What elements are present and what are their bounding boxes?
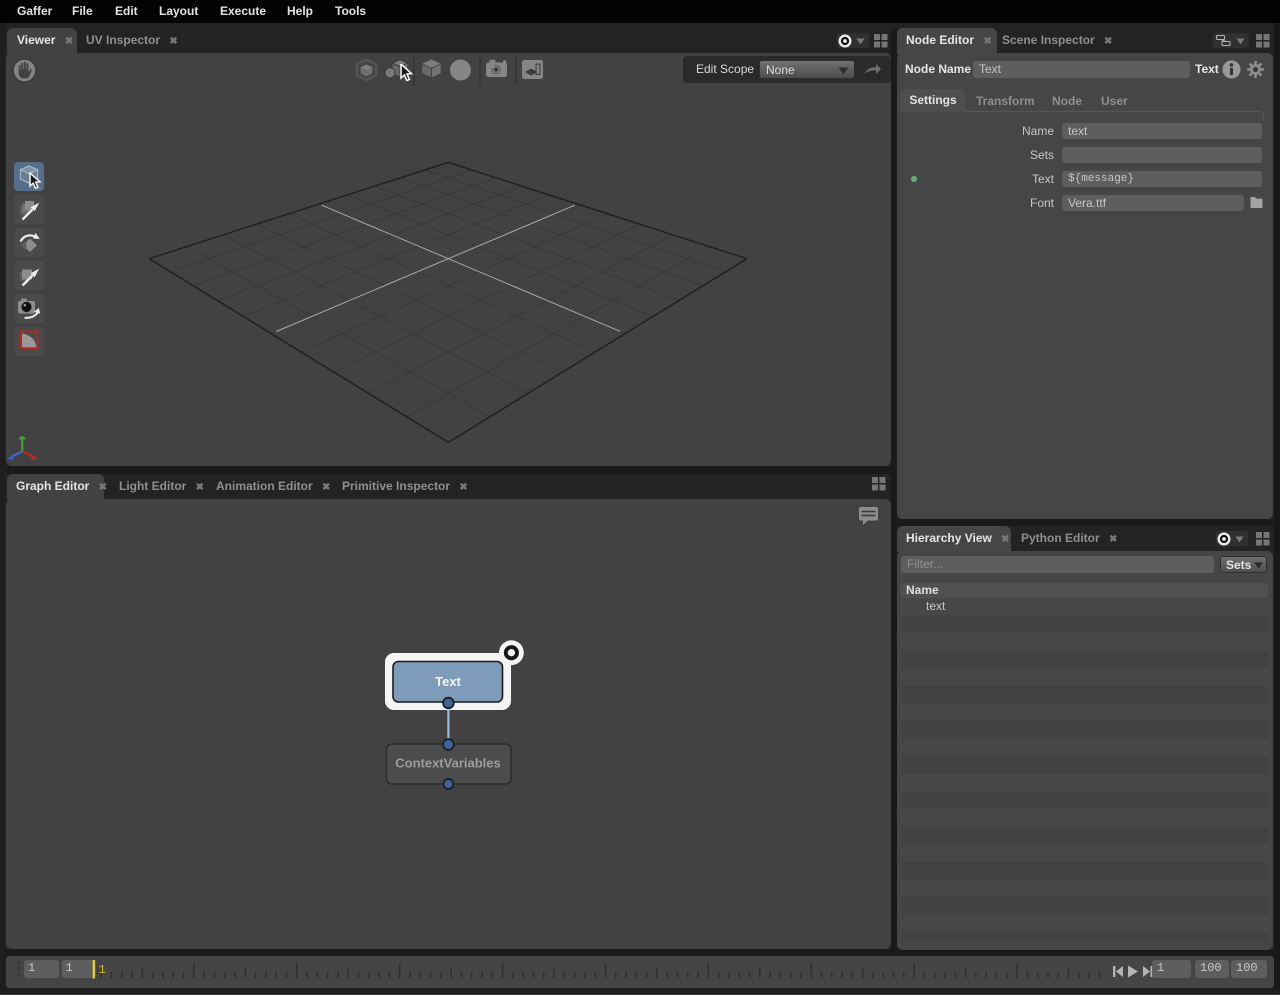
svg-text:ContextVariables: ContextVariables: [395, 756, 501, 771]
svg-text:Text: Text: [435, 674, 461, 689]
svg-text:1: 1: [99, 963, 106, 977]
